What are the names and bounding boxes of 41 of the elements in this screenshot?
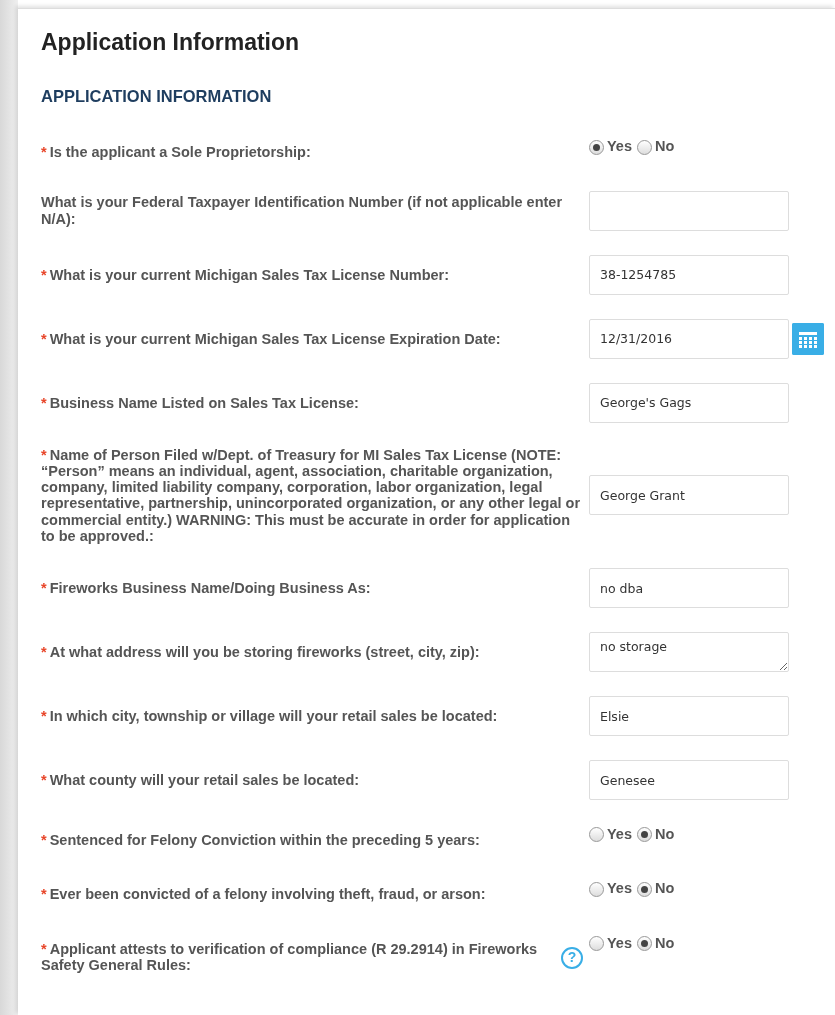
radio-button[interactable]	[589, 827, 604, 843]
input-field[interactable]	[589, 190, 789, 231]
radio-button[interactable]	[637, 827, 652, 843]
field-label: * What county will your retail sales be located:	[41, 771, 361, 789]
field-label: * What is your current Michigan Sales Tax License Expiration Date:	[41, 330, 502, 347]
input-field[interactable]: 12/31/2016	[589, 318, 789, 359]
radio-button[interactable]	[637, 881, 652, 897]
input-field[interactable]: George's Gags	[589, 382, 789, 423]
radio-label: No	[655, 137, 675, 157]
radio-button[interactable]	[589, 935, 604, 951]
input-field[interactable]: George Grant	[589, 475, 789, 516]
radio-label: No	[655, 825, 675, 845]
radio-label: No	[655, 879, 675, 899]
input-field[interactable]: no dba	[589, 568, 789, 609]
calendar-icon[interactable]	[792, 322, 824, 355]
radio-button[interactable]	[637, 935, 652, 951]
field-label: * In which city, township or village will your retail sales be located:	[41, 707, 499, 725]
input-field[interactable]: Elsie	[589, 696, 789, 737]
field-label: * What is your current Michigan Sales Tax License Number:	[41, 266, 451, 283]
radio-button[interactable]	[589, 139, 604, 155]
radio-label: Yes	[607, 137, 632, 157]
radio-label: Yes	[607, 825, 632, 845]
section-title: APPLICATION INFORMATION	[41, 86, 273, 107]
field-label: * Name of Person Filed w/Dept. of Treasury for MI Sales Tax License (NOTE: “Person” means an individual, agent, association, charitable organization, company, limited liability company, corporation, labor organization, legal representative, partnership, unincorporated organization, or any other legal or commercial entity.) WARNING: This must be accurate in order for application to be approved.:	[41, 446, 582, 545]
page-title: Application Information	[41, 29, 301, 57]
text-area[interactable]: no storage	[589, 632, 789, 673]
input-field[interactable]: Genesee	[589, 760, 789, 801]
radio-label: No	[655, 933, 675, 953]
field-label: * Business Name Listed on Sales Tax License:	[41, 394, 360, 411]
field-label: * Is the applicant a Sole Proprietorship:	[41, 143, 312, 161]
field-label: * Fireworks Business Name/Doing Business As:	[41, 579, 372, 597]
field-label: * Applicant attests to verification of compliance (R 29.2914) in Fireworks Safety General Rules:	[41, 939, 539, 973]
field-label: * At what address will you be storing fireworks (street, city, zip):	[41, 643, 481, 661]
radio-label: Yes	[607, 879, 632, 899]
input-field[interactable]: 38-1254785	[589, 254, 789, 295]
field-label: * Sentenced for Felony Conviction within the preceding 5 years:	[41, 831, 481, 849]
radio-label: Yes	[607, 933, 632, 953]
radio-button[interactable]	[637, 139, 652, 155]
radio-button[interactable]	[589, 881, 604, 897]
field-label: What is your Federal Taxpayer Identification Number (if not applicable enter N/A):	[41, 194, 564, 227]
field-label: * Ever been convicted of a felony involving theft, fraud, or arson:	[41, 885, 487, 903]
